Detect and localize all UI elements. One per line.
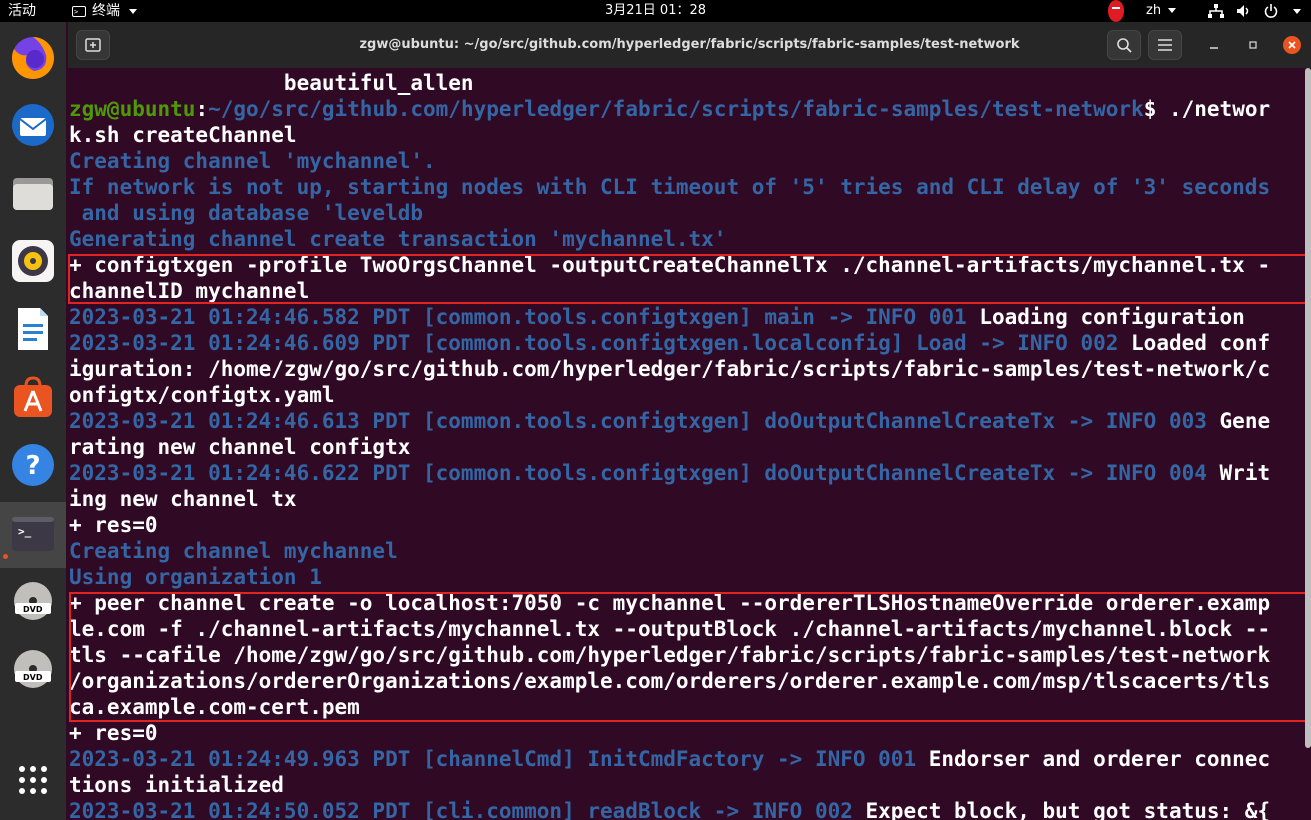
terminal-text: Creating channel mychannel xyxy=(69,539,398,563)
window-titlebar[interactable]: zgw@ubuntu: ~/go/src/github.com/hyperled… xyxy=(68,22,1311,68)
writer-icon[interactable] xyxy=(10,306,56,352)
highlight-box xyxy=(68,254,1307,304)
hamburger-icon xyxy=(1158,39,1172,51)
terminal-line: iguration: /home/zgw/go/src/github.com/h… xyxy=(69,356,1270,382)
terminal-line: + res=0 xyxy=(69,720,1270,746)
terminal-text: $ ./networ xyxy=(1143,97,1271,121)
terminal-text: 2023-03-21 01:24:46.582 PDT [common.tool… xyxy=(69,305,980,329)
terminal-text: Endorser and orderer connec xyxy=(928,747,1271,771)
dvd-label: DVD xyxy=(23,605,43,614)
terminal-text: 2023-03-21 01:24:50.052 PDT [cli.common]… xyxy=(69,799,866,820)
terminal-line: If network is not up, starting nodes wit… xyxy=(69,174,1270,200)
terminal-text: 2023-03-21 01:24:46.613 PDT [common.tool… xyxy=(69,409,1220,433)
dock: ? >_ DVD DVD xyxy=(0,22,66,820)
thunderbird-icon[interactable] xyxy=(10,102,56,148)
terminal-text: 2023-03-21 01:24:49.963 PDT [channelCmd]… xyxy=(69,747,929,771)
running-indicator xyxy=(3,554,8,559)
terminal-text: onfigtx/configtx.yaml xyxy=(69,383,335,407)
terminal-text: rating new channel configtx xyxy=(69,435,411,459)
terminal-line: Creating channel 'mychannel'. xyxy=(69,148,1270,174)
terminal-text: and using database 'leveldb xyxy=(69,201,424,225)
terminal-text: beautiful_allen xyxy=(69,71,474,95)
terminal-line: Generating channel create transaction 'm… xyxy=(69,226,1270,252)
terminal-text: 2023-03-21 01:24:46.622 PDT [common.tool… xyxy=(69,461,1220,485)
search-icon xyxy=(1117,38,1132,53)
files-icon[interactable] xyxy=(10,170,56,216)
language-selector[interactable]: zh xyxy=(1146,0,1177,22)
volume-icon xyxy=(1237,5,1249,17)
terminal-line: zgw@ubuntu:~/go/src/github.com/hyperledg… xyxy=(69,96,1270,122)
minimize-icon xyxy=(1210,47,1218,49)
terminal-text: 2023-03-21 01:24:46.609 PDT [common.tool… xyxy=(69,331,1132,355)
terminal-line: and using database 'leveldb xyxy=(69,200,1270,226)
network-icon xyxy=(1208,4,1224,18)
scrollbar[interactable] xyxy=(1305,68,1311,748)
terminal-line: 2023-03-21 01:24:46.582 PDT [common.tool… xyxy=(69,304,1270,330)
terminal-line: rating new channel configtx xyxy=(69,434,1270,460)
recording-indicator-icon[interactable] xyxy=(1108,0,1124,22)
terminal-line: k.sh createChannel xyxy=(69,122,1270,148)
close-icon xyxy=(1288,41,1296,49)
terminal-text: k.sh createChannel xyxy=(69,123,297,147)
terminal-line: 2023-03-21 01:24:46.622 PDT [common.tool… xyxy=(69,460,1270,486)
terminal-line: beautiful_allen xyxy=(69,70,1270,96)
maximize-button[interactable] xyxy=(1244,36,1262,54)
search-button[interactable] xyxy=(1107,30,1141,60)
menu-button[interactable] xyxy=(1148,30,1182,60)
dvd-icon[interactable]: DVD xyxy=(10,578,56,624)
terminal-line: + res=0 xyxy=(69,512,1270,538)
help-icon[interactable]: ? xyxy=(10,442,56,488)
terminal-text: tions initialized xyxy=(69,773,284,797)
terminal-line: ing new channel tx xyxy=(69,486,1270,512)
terminal-text: Using organization 1 xyxy=(69,565,322,589)
svg-text:>_: >_ xyxy=(18,525,32,538)
system-tray[interactable] xyxy=(1208,0,1301,22)
terminal-text: Generating channel create transaction 'm… xyxy=(69,227,727,251)
terminal-text: iguration: /home/zgw/go/src/github.com/h… xyxy=(69,357,1271,381)
terminal-line: tions initialized xyxy=(69,772,1270,798)
top-bar: 活动 > 终端 3月21日 01：28 zh xyxy=(0,0,1311,22)
software-icon[interactable] xyxy=(10,374,56,420)
terminal-text: Loading configuration xyxy=(979,305,1245,329)
terminal-text: zgw@ubuntu xyxy=(69,97,196,121)
terminal-line: 2023-03-21 01:24:46.609 PDT [common.tool… xyxy=(69,330,1270,356)
terminal-line: Using organization 1 xyxy=(69,564,1270,590)
terminal-text: Expect block, but got status: &{ xyxy=(865,799,1271,820)
terminal-text: + res=0 xyxy=(69,721,158,745)
terminal-output[interactable]: beautiful_allen zgw@ubuntu:~/go/src/githu… xyxy=(68,68,1311,820)
terminal-text: Creating channel 'mychannel'. xyxy=(69,149,436,173)
terminal-line: Creating channel mychannel xyxy=(69,538,1270,564)
rhythmbox-icon[interactable] xyxy=(10,238,56,284)
terminal-text: Writ xyxy=(1219,461,1271,485)
highlight-box xyxy=(69,592,1307,722)
chevron-down-icon xyxy=(1168,8,1177,13)
terminal-line: onfigtx/configtx.yaml xyxy=(69,382,1270,408)
terminal-text: Loaded conf xyxy=(1131,331,1271,355)
terminal-line: 2023-03-21 01:24:46.613 PDT [common.tool… xyxy=(69,408,1270,434)
language-label: zh xyxy=(1146,3,1162,18)
show-apps-icon[interactable] xyxy=(17,764,49,796)
terminal-line: 2023-03-21 01:24:49.963 PDT [channelCmd]… xyxy=(69,746,1270,772)
terminal-icon[interactable]: >_ xyxy=(10,511,56,557)
dvd-icon[interactable]: DVD xyxy=(10,646,56,692)
terminal-line: 2023-03-21 01:24:50.052 PDT [cli.common]… xyxy=(69,798,1270,820)
firefox-icon[interactable] xyxy=(10,35,56,81)
terminal-text: ~/go/src/github.com/hyperledger/fabric/s… xyxy=(208,97,1144,121)
maximize-icon xyxy=(1249,41,1257,49)
power-icon xyxy=(1264,4,1278,18)
terminal-text: ing new channel tx xyxy=(69,487,297,511)
svg-text:?: ? xyxy=(25,451,40,481)
terminal-text: If network is not up, starting nodes wit… xyxy=(69,175,1271,199)
terminal-text: : xyxy=(195,97,209,121)
terminal-text: + res=0 xyxy=(69,513,158,537)
dvd-label: DVD xyxy=(23,673,43,682)
close-button[interactable] xyxy=(1283,36,1301,54)
terminal-text: Gene xyxy=(1219,409,1271,433)
minimize-button[interactable] xyxy=(1205,36,1223,54)
chevron-down-icon xyxy=(1293,8,1301,14)
